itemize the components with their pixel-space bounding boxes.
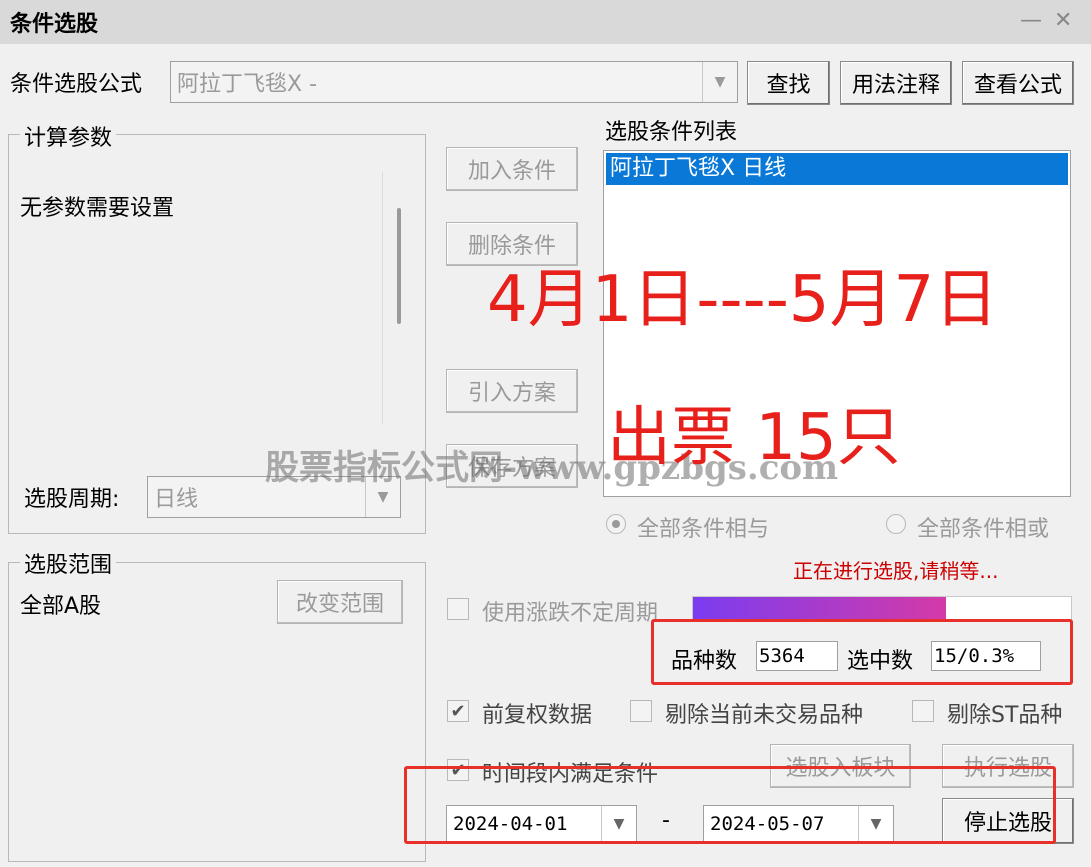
- progress-bar: [692, 596, 1072, 620]
- import-scheme-button[interactable]: 引入方案: [446, 369, 578, 413]
- minimize-icon[interactable]: —: [1020, 8, 1042, 33]
- exclude-untraded-checkbox[interactable]: [630, 700, 652, 722]
- radio-dot: [612, 520, 620, 528]
- or-radio-label: 全部条件相或: [917, 517, 1050, 542]
- annotation-date-box: [404, 766, 1056, 844]
- change-scope-button[interactable]: 改变范围: [277, 580, 403, 624]
- period-select-value: 日线: [154, 487, 199, 512]
- title-bar: [0, 0, 1091, 44]
- exclude-st-label: 剔除ST品种: [947, 703, 1063, 728]
- annotation-date-range: 4月1日----5月7日: [487, 263, 999, 337]
- add-condition-button[interactable]: 加入条件: [446, 147, 578, 191]
- params-scrollbar[interactable]: [397, 208, 401, 324]
- annotation-stats-box: [651, 619, 1073, 685]
- params-group-title: 计算参数: [20, 120, 117, 152]
- view-formula-button[interactable]: 查看公式: [962, 61, 1074, 105]
- params-scroll-track: [382, 172, 383, 424]
- progress-fill: [693, 597, 947, 619]
- formula-select[interactable]: 阿拉丁飞毯X - ▼: [170, 61, 738, 103]
- and-radio-label: 全部条件相与: [637, 517, 770, 542]
- usage-notes-button[interactable]: 用法注释: [840, 61, 952, 105]
- forward-adjusted-checkbox[interactable]: ✔: [447, 700, 469, 722]
- scope-value: 全部A股: [20, 594, 102, 619]
- formula-label: 条件选股公式: [10, 72, 143, 97]
- list-item[interactable]: 阿拉丁飞毯X 日线: [606, 153, 1068, 185]
- conditions-title: 选股条件列表: [605, 120, 738, 145]
- scope-group-title: 选股范围: [20, 547, 117, 579]
- close-icon[interactable]: ✕: [1054, 8, 1072, 33]
- and-radio[interactable]: [606, 514, 626, 534]
- period-label: 选股周期:: [24, 487, 120, 512]
- no-params-text: 无参数需要设置: [20, 196, 175, 221]
- formula-select-value: 阿拉丁飞毯X -: [177, 72, 318, 97]
- uncertain-period-checkbox[interactable]: [447, 598, 469, 620]
- exclude-st-checkbox[interactable]: [912, 700, 934, 722]
- uncertain-period-label: 使用涨跌不定周期: [482, 601, 659, 626]
- exclude-untraded-label: 剔除当前未交易品种: [665, 703, 864, 728]
- or-radio[interactable]: [886, 514, 906, 534]
- annotation-result: 出票 15只: [607, 401, 901, 475]
- chevron-down-icon[interactable]: ▼: [702, 62, 737, 102]
- status-message: 正在进行选股,请稍等...: [793, 559, 999, 583]
- forward-adjusted-label: 前复权数据: [482, 703, 593, 728]
- find-button[interactable]: 查找: [747, 61, 830, 105]
- window-title: 条件选股: [10, 12, 99, 37]
